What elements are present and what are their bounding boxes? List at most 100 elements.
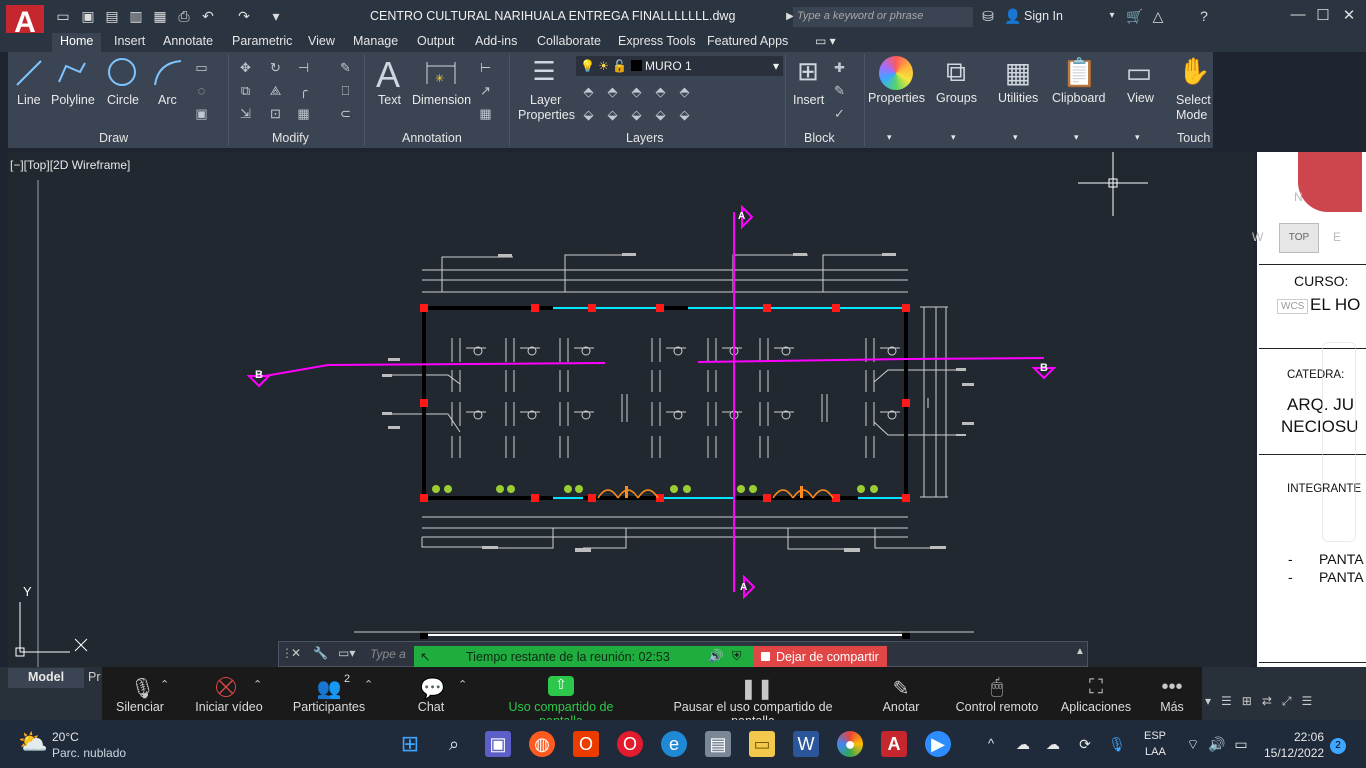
layer-tool-icon[interactable]: ⬘	[676, 83, 693, 100]
tray-icon[interactable]: ☁	[1010, 731, 1036, 757]
table-icon[interactable]: ▦	[477, 105, 494, 122]
viewcube-top[interactable]: TOP	[1279, 223, 1319, 253]
chevron-up-icon[interactable]: ⌃	[160, 678, 169, 691]
trim-icon[interactable]: ⊣	[295, 59, 312, 76]
close-icon[interactable]: ✕	[291, 646, 301, 660]
annotate-pen-icon[interactable]: ✎	[890, 676, 912, 701]
view-icon[interactable]: ▭	[1122, 56, 1156, 89]
battery-icon[interactable]: ▭	[1228, 731, 1254, 757]
command-prompt-icon[interactable]: ▭▾	[338, 646, 355, 660]
tab-addins[interactable]: Add-ins	[475, 33, 517, 52]
layer-dropdown[interactable]: 💡 ☀ 🔓 MURO 1 ▾	[576, 56, 783, 76]
floor-plan-drawing[interactable]	[8, 152, 1253, 667]
microphone-icon[interactable]: 🎙	[130, 676, 155, 701]
command-input[interactable]: Type a	[370, 647, 406, 661]
lang-2[interactable]: LAA	[1145, 746, 1166, 758]
more-icon[interactable]: •••	[1160, 676, 1184, 699]
participants-button[interactable]: Participantes	[292, 700, 366, 714]
layer-tool-icon[interactable]: ⬘	[604, 83, 621, 100]
offset-icon[interactable]: ⊂	[337, 105, 354, 122]
fillet-icon[interactable]: ╭	[295, 82, 312, 99]
clock-time[interactable]: 22:06	[1294, 730, 1324, 744]
text-icon[interactable]: A	[373, 54, 403, 96]
explode-icon[interactable]: ⎕	[337, 82, 354, 99]
edit-block-icon[interactable]: ✎	[831, 82, 848, 99]
minimize-button[interactable]: —	[1288, 6, 1308, 26]
boundary-icon[interactable]: ▣	[193, 105, 210, 122]
autodesk-app-icon[interactable]: △	[1150, 8, 1166, 24]
panel-block[interactable]: Block	[804, 131, 835, 145]
pause-icon[interactable]: ❚❚	[740, 676, 774, 701]
chevron-up-icon[interactable]: ⌃	[364, 678, 373, 691]
chevron-down-icon[interactable]: ▾	[1135, 132, 1140, 143]
app-icon[interactable]: ▤	[705, 731, 731, 757]
utilities-button[interactable]: Utilities	[998, 91, 1038, 105]
chevron-down-icon[interactable]: ▾	[951, 132, 956, 143]
search-input[interactable]: Type a keyword or phrase	[793, 7, 973, 27]
participants-icon[interactable]: 👥	[314, 676, 344, 701]
wifi-icon[interactable]: ⌔	[1180, 731, 1206, 757]
tab-annotate[interactable]: Annotate	[163, 33, 213, 52]
navigation-bar[interactable]	[1322, 342, 1356, 542]
stop-share-button[interactable]: Dejar de compartir	[754, 646, 887, 668]
chat-button[interactable]: Chat	[414, 700, 448, 714]
create-block-icon[interactable]: ✚	[831, 59, 848, 76]
binoculars-icon[interactable]: ⛁	[980, 8, 996, 24]
remote-control-button[interactable]: Control remoto	[954, 700, 1040, 714]
autocad-taskbar-icon[interactable]: A	[881, 731, 907, 757]
polyline-icon[interactable]	[56, 58, 88, 88]
sign-in-link[interactable]: Sign In	[1024, 9, 1063, 23]
move-icon[interactable]: ✥	[237, 59, 254, 76]
layer-properties-label-2[interactable]: Properties	[518, 108, 575, 122]
weather-temp[interactable]: 20°C	[52, 730, 79, 744]
file-explorer-icon[interactable]: ▭	[749, 731, 775, 757]
tab-parametric[interactable]: Parametric	[232, 33, 292, 52]
viewcube-east[interactable]: E	[1333, 230, 1341, 244]
chevron-down-icon[interactable]: ▾	[1013, 132, 1018, 143]
line-button[interactable]: Line	[17, 93, 41, 107]
select-mode-label-2[interactable]: Mode	[1176, 108, 1207, 122]
clock-date[interactable]: 15/12/2022	[1264, 746, 1324, 760]
mirror-icon[interactable]: ⟁	[267, 82, 284, 99]
scale-icon[interactable]: ⊡	[267, 105, 284, 122]
panel-touch[interactable]: Touch	[1177, 131, 1210, 145]
tab-collaborate[interactable]: Collaborate	[537, 33, 601, 52]
hand-pointer-icon[interactable]: ✋	[1178, 56, 1210, 87]
weather-desc[interactable]: Parc. nublado	[52, 746, 126, 760]
properties-icon[interactable]	[879, 56, 913, 90]
insert-block-icon[interactable]: ⊞	[792, 56, 824, 87]
zoom-icon[interactable]: ▶	[925, 731, 951, 757]
weather-icon[interactable]: ⛅	[18, 728, 48, 757]
apps-button[interactable]: Aplicaciones	[1060, 700, 1132, 714]
attribute-icon[interactable]: ✓	[831, 105, 848, 122]
tray-icon[interactable]: ☁	[1040, 731, 1066, 757]
insert-button[interactable]: Insert	[793, 93, 824, 107]
chevron-down-icon[interactable]: ▾	[887, 132, 892, 143]
word-icon[interactable]: W	[793, 731, 819, 757]
sync-icon[interactable]: ⟳	[1072, 731, 1098, 757]
clipboard-icon[interactable]: 📋	[1062, 56, 1097, 89]
tab-model[interactable]: Model	[8, 668, 84, 688]
ribbon-toggle-icon[interactable]: ▭ ▾	[815, 33, 836, 52]
remote-control-icon[interactable]: 🖱	[986, 676, 1008, 699]
panel-draw[interactable]: Draw	[99, 131, 128, 145]
video-off-icon[interactable]: ⛒	[213, 676, 239, 699]
chevron-up-icon[interactable]: ⌃	[458, 678, 467, 691]
status-bar-icons[interactable]: ▾☰⊞⇄⤢☰	[1205, 694, 1322, 709]
app-icon[interactable]: ◍	[529, 731, 555, 757]
panel-annotation[interactable]: Annotation	[402, 131, 462, 145]
notification-badge[interactable]: 2	[1330, 738, 1346, 754]
layer-tool-icon[interactable]: ⬙	[604, 106, 621, 123]
share-screen-icon[interactable]: ⇧	[548, 676, 574, 696]
layer-tool-icon[interactable]: ⬙	[676, 106, 693, 123]
chrome-icon[interactable]: ●	[837, 731, 863, 757]
tab-featured-apps[interactable]: Featured Apps	[707, 33, 788, 52]
chevron-up-icon[interactable]: ^	[978, 731, 1004, 757]
erase-icon[interactable]: ✎	[337, 59, 354, 76]
start-video-button[interactable]: Iniciar vídeo	[192, 700, 266, 714]
groups-button[interactable]: Groups	[936, 91, 977, 105]
layer-tool-icon[interactable]: ⬙	[652, 106, 669, 123]
help-icon[interactable]: ?	[1196, 8, 1212, 24]
edge-icon[interactable]: e	[661, 731, 687, 757]
layer-tool-icon[interactable]: ⬙	[628, 106, 645, 123]
